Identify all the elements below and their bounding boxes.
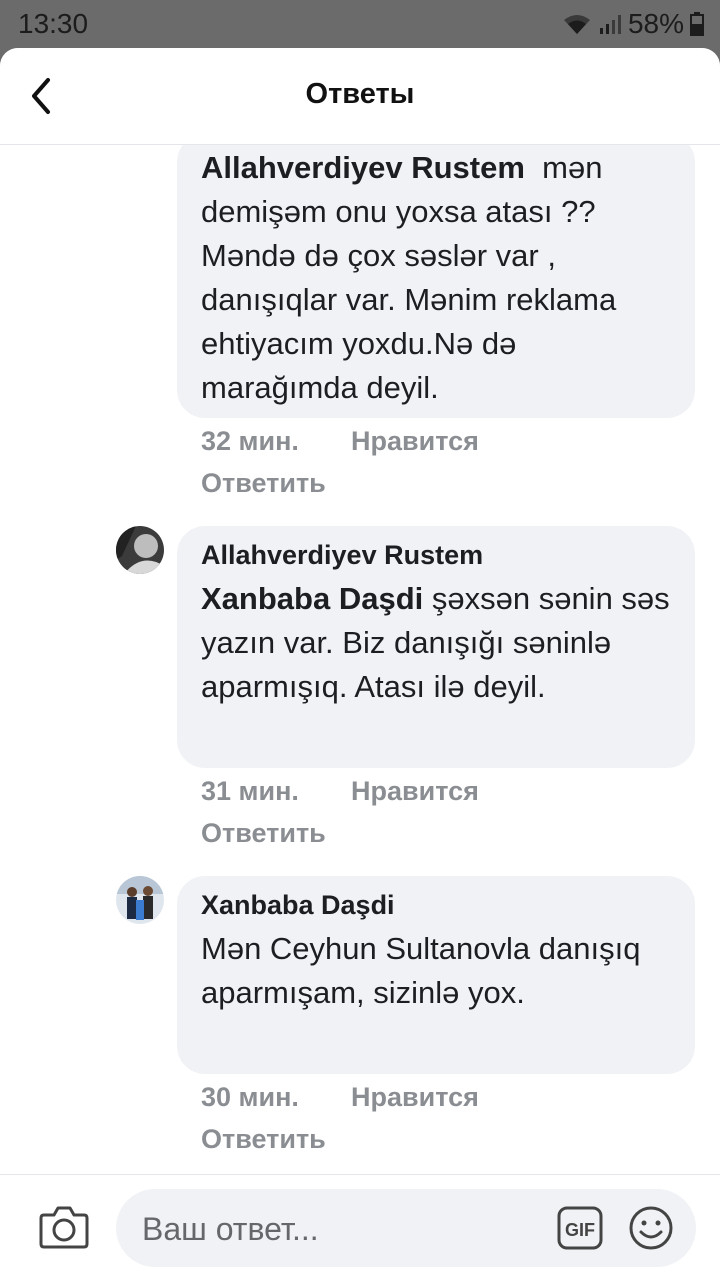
reply-input[interactable]	[140, 1203, 534, 1255]
avatar-image	[116, 526, 164, 574]
reply-input-box[interactable]: GIF	[116, 1189, 696, 1267]
avatar-image	[116, 876, 164, 924]
status-icons: 58%	[562, 8, 704, 40]
emoji-button[interactable]	[628, 1205, 674, 1251]
replies-sheet: Allahverdiyev Rustem mən demişəm onu yox…	[0, 48, 720, 1280]
camera-icon	[39, 1206, 89, 1249]
gif-label: GIF	[565, 1220, 595, 1240]
status-time: 13:30	[18, 8, 89, 39]
gif-icon: GIF	[557, 1206, 603, 1250]
header: Ответы	[0, 48, 720, 145]
status-bar: 13:30 58%	[0, 0, 720, 48]
comment-text: Allahverdiyev Rustem mən demişəm onu yox…	[201, 146, 671, 410]
reply-composer: GIF	[0, 1174, 720, 1280]
comment-time: 32 мин.	[201, 426, 299, 456]
comment-text: Xanbaba Daşdi şəxsən sənin səs yazın var…	[201, 577, 671, 709]
comment-meta: 32 мин. Нравится Ответить	[201, 420, 621, 504]
comment-bubble[interactable]: Xanbaba Daşdi Mən Ceyhun Sultanovla danı…	[177, 876, 695, 1074]
mention-link[interactable]: Xanbaba Daşdi	[201, 581, 423, 616]
comment-body: Mən Ceyhun Sultanovla danışıq aparmışam,…	[201, 931, 641, 1010]
comment-author[interactable]: Allahverdiyev Rustem	[201, 150, 525, 185]
comment-time: 30 мин.	[201, 1082, 299, 1112]
comment-meta: 30 мин. Нравится Ответить	[201, 1076, 621, 1160]
battery-percent: 58%	[627, 8, 684, 39]
page-title: Ответы	[305, 78, 415, 110]
like-button[interactable]: Нравится	[351, 1082, 479, 1112]
comment-bubble[interactable]: Allahverdiyev Rustem mən demişəm onu yox…	[177, 134, 695, 418]
comment-body: mən demişəm onu yoxsa atası ?? Məndə də …	[201, 150, 617, 405]
like-button[interactable]: Нравится	[351, 776, 479, 806]
avatar[interactable]	[116, 876, 164, 924]
reply-button[interactable]: Ответить	[201, 462, 621, 504]
comment-time: 31 мин.	[201, 776, 299, 806]
emoji-icon	[629, 1206, 673, 1250]
like-button[interactable]: Нравится	[351, 426, 479, 456]
reply-button[interactable]: Ответить	[201, 812, 621, 854]
battery-icon	[690, 12, 704, 36]
camera-button[interactable]	[38, 1203, 90, 1251]
comment-meta: 31 мин. Нравится Ответить	[201, 770, 621, 854]
signal-icon	[599, 15, 621, 34]
comment-author[interactable]: Allahverdiyev Rustem	[201, 540, 671, 571]
comment-author[interactable]: Xanbaba Daşdi	[201, 890, 671, 921]
wifi-icon	[563, 15, 590, 34]
avatar[interactable]	[116, 526, 164, 574]
reply-button[interactable]: Ответить	[201, 1118, 621, 1160]
gif-button[interactable]: GIF	[556, 1205, 604, 1251]
comment-bubble[interactable]: Allahverdiyev Rustem Xanbaba Daşdi şəxsə…	[177, 526, 695, 768]
